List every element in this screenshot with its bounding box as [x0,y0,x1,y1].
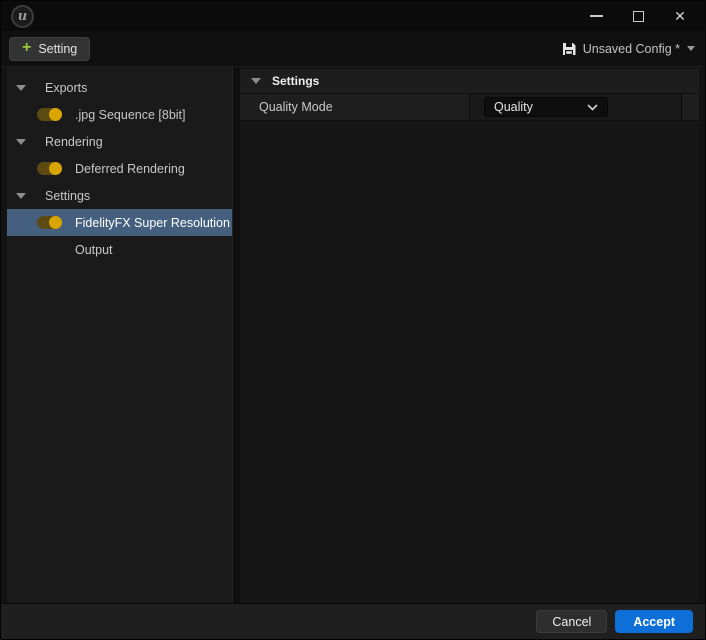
group-label: Rendering [45,135,103,149]
sidebar-group-rendering[interactable]: Rendering [7,128,232,155]
details-empty-area [240,121,699,603]
accept-button[interactable]: Accept [615,610,693,633]
close-icon: ✕ [674,9,686,23]
toggle-switch[interactable] [37,162,61,175]
toggle-switch[interactable] [37,216,61,229]
config-preset-dropdown[interactable]: Unsaved Config * [560,40,697,58]
toggle-knob [49,216,62,229]
property-value-cell: Quality [470,94,681,120]
settings-tree-panel: Exports .jpg Sequence [8bit] Rendering D… [7,67,232,603]
quality-mode-dropdown[interactable]: Quality [484,97,608,117]
caret-down-icon[interactable] [16,85,26,91]
property-label-cell: Quality Mode [240,94,470,120]
minimize-icon [590,15,603,17]
caret-down-icon[interactable] [16,139,26,145]
toggle-switch[interactable] [37,108,61,121]
sidebar-item-deferred-rendering[interactable]: Deferred Rendering [7,155,232,182]
movie-render-queue-settings-window: u ✕ + Setting Unsaved Co [0,0,706,640]
item-label: Output [75,243,113,257]
property-label: Quality Mode [259,100,333,114]
caret-down-icon[interactable] [251,78,261,84]
footer-bar: Cancel Accept [1,603,705,639]
item-label: Deferred Rendering [75,162,185,176]
section-header-label: Settings [272,74,319,88]
item-label: FidelityFX Super Resolution [75,216,230,230]
toolbar: + Setting Unsaved Config * [1,31,705,67]
unreal-engine-logo-icon: u [11,5,34,28]
maximize-button[interactable] [623,4,653,28]
dropdown-value: Quality [494,100,533,114]
item-label: .jpg Sequence [8bit] [75,108,186,122]
add-setting-label: Setting [38,42,77,56]
details-panel: Settings Quality Mode Quality [240,67,699,603]
sidebar-group-exports[interactable]: Exports [7,74,232,101]
group-label: Exports [45,81,87,95]
title-bar: u ✕ [1,1,705,31]
property-row-end-gutter [681,94,699,120]
cancel-button[interactable]: Cancel [536,610,607,633]
chevron-down-icon [587,104,598,111]
sidebar-item-fidelityfx-super-resolution[interactable]: FidelityFX Super Resolution [7,209,232,236]
caret-down-icon [687,46,695,51]
caret-down-icon[interactable] [16,193,26,199]
close-button[interactable]: ✕ [665,4,695,28]
panel-splitter[interactable] [232,67,240,603]
group-label: Settings [45,189,90,203]
main-content: Exports .jpg Sequence [8bit] Rendering D… [1,67,705,603]
property-row-quality-mode: Quality Mode Quality [240,94,699,121]
maximize-icon [633,11,644,22]
save-icon [562,42,576,56]
window-controls: ✕ [569,4,695,28]
minimize-button[interactable] [581,4,611,28]
plus-icon: + [22,40,31,56]
sidebar-group-settings[interactable]: Settings [7,182,232,209]
toggle-knob [49,108,62,121]
add-setting-button[interactable]: + Setting [9,37,90,61]
sidebar-item-jpg-sequence[interactable]: .jpg Sequence [8bit] [7,101,232,128]
toggle-knob [49,162,62,175]
sidebar-item-output[interactable]: Output [7,236,232,263]
details-section-header[interactable]: Settings [240,69,699,94]
config-name-label: Unsaved Config * [583,42,680,56]
